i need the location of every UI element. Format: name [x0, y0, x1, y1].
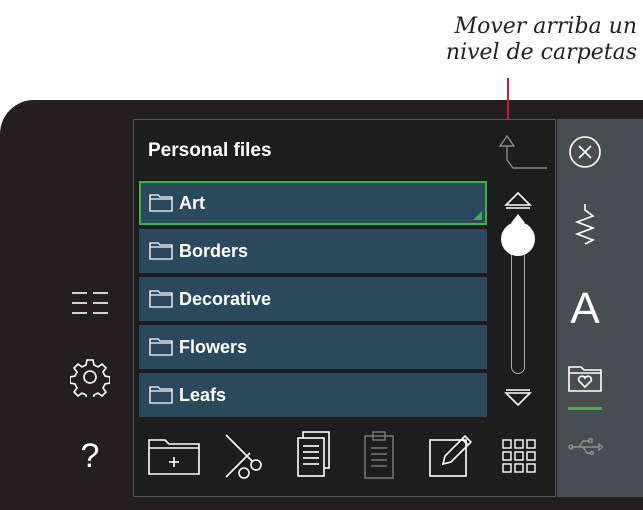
cut-button[interactable]: [214, 428, 274, 488]
folder-label: Flowers: [179, 336, 248, 357]
panel-title: Personal files: [148, 140, 272, 161]
gear-icon: [69, 357, 111, 401]
list-icon: [70, 288, 110, 322]
list-item[interactable]: Borders: [139, 229, 487, 273]
list-view-button[interactable]: [62, 280, 118, 330]
folder-label: Decorative: [179, 288, 272, 309]
folder-icon: [149, 194, 173, 212]
chevron-down-icon: [503, 389, 533, 412]
close-button[interactable]: [557, 131, 613, 177]
list-item[interactable]: Flowers: [139, 325, 487, 369]
close-icon: [568, 135, 602, 173]
scroll-down-button[interactable]: [503, 388, 533, 412]
scrollbar-thumb[interactable]: [501, 214, 535, 256]
clipboard-icon: [362, 430, 396, 486]
annotation-pointer-line: [507, 78, 509, 124]
scroll-up-button[interactable]: [503, 190, 533, 214]
folder-up-icon: [491, 134, 549, 178]
view-grid-button[interactable]: [489, 428, 549, 488]
scissors-icon: [222, 431, 266, 485]
help-button[interactable]: ?: [62, 428, 118, 484]
folder-list: Art Borders Decorative Flowers Leafs: [139, 181, 487, 421]
annotation-line1: Mover arriba un: [454, 14, 637, 39]
settings-button[interactable]: [62, 352, 118, 406]
font-menu-button[interactable]: A: [557, 279, 613, 339]
folder-up-button[interactable]: [491, 134, 549, 174]
pencil-icon: [427, 432, 475, 484]
annotation-line2: nivel de carpetas: [445, 40, 637, 65]
stitch-icon: [573, 202, 597, 250]
new-folder-icon: [147, 436, 201, 480]
list-item[interactable]: Leafs: [139, 373, 487, 417]
folder-icon: [149, 290, 173, 308]
folder-icon: [149, 242, 173, 260]
copy-icon: [295, 430, 333, 486]
folder-label: Art: [179, 192, 205, 213]
folder-icon: [149, 338, 173, 356]
file-browser-panel: Personal files Art Borders Decorative Fl…: [133, 119, 556, 497]
rename-button[interactable]: [419, 428, 483, 488]
heart-folder-icon: [567, 363, 603, 397]
new-folder-button[interactable]: [144, 428, 204, 488]
copy-button[interactable]: [284, 428, 344, 488]
usb-icon: [567, 437, 605, 461]
usb-button[interactable]: [557, 429, 613, 469]
folder-label: Leafs: [179, 384, 227, 405]
selection-corner-marker: [473, 211, 482, 220]
annotation-callout: Mover arriba un nivel de carpetas: [377, 14, 637, 66]
folder-label: Borders: [179, 240, 249, 261]
stitch-menu-button[interactable]: [557, 201, 613, 251]
list-item[interactable]: Art: [139, 181, 487, 225]
grid-icon: [502, 439, 536, 477]
personal-files-button[interactable]: [557, 359, 613, 401]
paste-button[interactable]: [349, 428, 409, 488]
right-rail: A: [557, 119, 643, 497]
folder-icon: [149, 386, 173, 404]
chevron-up-icon: [503, 191, 533, 214]
list-item[interactable]: Decorative: [139, 277, 487, 321]
active-indicator: [568, 407, 602, 410]
